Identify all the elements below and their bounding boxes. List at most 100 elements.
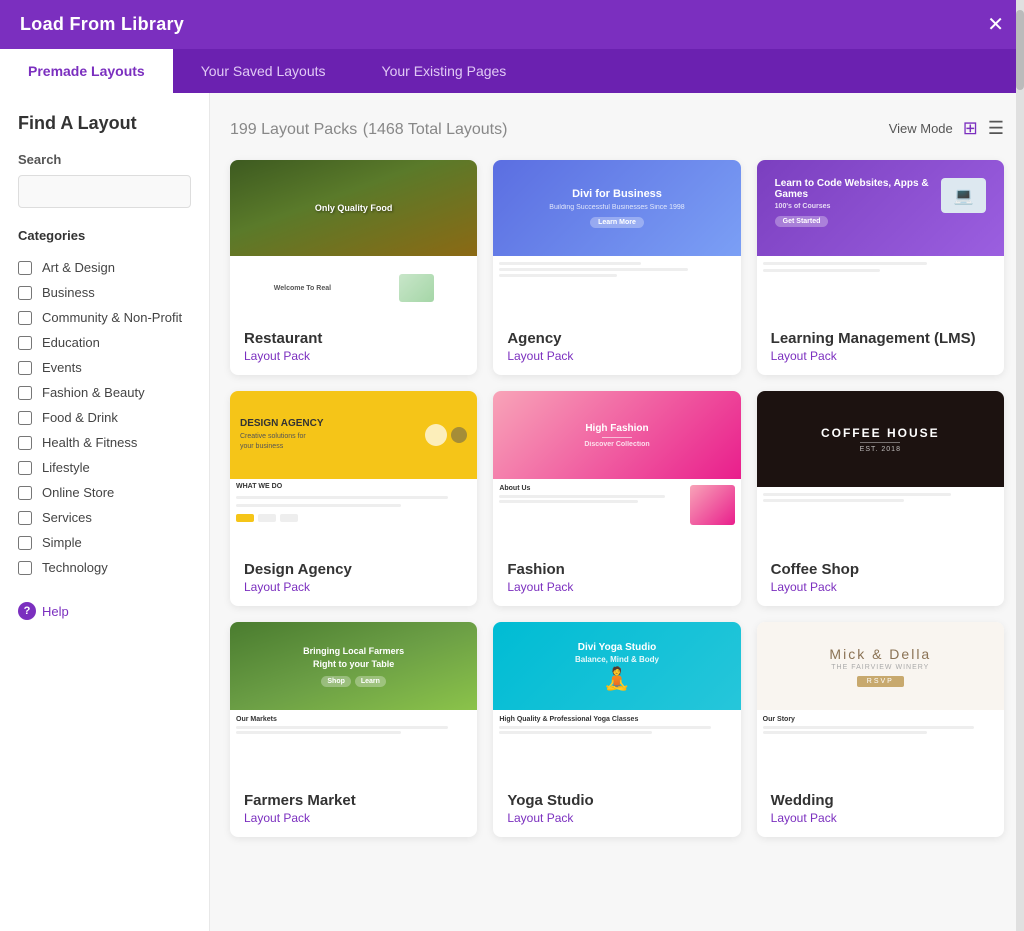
main-header: 199 Layout Packs (1468 Total Layouts) Vi… [230, 117, 1004, 140]
category-item-simple[interactable]: Simple [18, 530, 191, 555]
card-name-agency: Agency [507, 330, 726, 347]
help-icon: ? [18, 602, 36, 620]
category-checkbox-business[interactable] [18, 286, 32, 300]
category-item-lifestyle[interactable]: Lifestyle [18, 455, 191, 480]
card-type-restaurant: Layout Pack [244, 349, 463, 363]
card-info-farmers-market: Farmers Market Layout Pack [230, 782, 477, 837]
card-info-wedding: Wedding Layout Pack [757, 782, 1004, 837]
card-type-lms: Layout Pack [771, 349, 990, 363]
category-checkbox-online-store[interactable] [18, 486, 32, 500]
category-item-services[interactable]: Services [18, 505, 191, 530]
grid-view-icon[interactable]: ⊞ [963, 118, 978, 139]
category-item-events[interactable]: Events [18, 355, 191, 380]
card-info-coffee-shop: Coffee Shop Layout Pack [757, 551, 1004, 606]
category-checkbox-health-fitness[interactable] [18, 436, 32, 450]
category-label-lifestyle: Lifestyle [42, 460, 90, 475]
layout-card-design-agency[interactable]: DESIGN AGENCY Creative solutions foryour… [230, 391, 477, 606]
category-item-business[interactable]: Business [18, 280, 191, 305]
card-info-lms: Learning Management (LMS) Layout Pack [757, 320, 1004, 375]
search-input[interactable] [18, 175, 191, 208]
card-type-design-agency: Layout Pack [244, 580, 463, 594]
layout-card-yoga-studio[interactable]: Divi Yoga Studio Balance, Mind & Body 🧘 … [493, 622, 740, 837]
card-name-lms: Learning Management (LMS) [771, 330, 990, 347]
card-info-restaurant: Restaurant Layout Pack [230, 320, 477, 375]
category-label-fashion-beauty: Fashion & Beauty [42, 385, 145, 400]
card-name-farmers-market: Farmers Market [244, 792, 463, 809]
search-label: Search [18, 152, 191, 167]
categories-title: Categories [18, 228, 191, 243]
card-preview-design-agency: DESIGN AGENCY Creative solutions foryour… [230, 391, 477, 551]
category-label-food-drink: Food & Drink [42, 410, 118, 425]
layout-count: 199 Layout Packs (1468 Total Layouts) [230, 117, 507, 140]
tab-saved[interactable]: Your Saved Layouts [173, 49, 354, 93]
category-label-community: Community & Non-Profit [42, 310, 182, 325]
card-name-restaurant: Restaurant [244, 330, 463, 347]
card-preview-agency: Divi for Business Building Successful Bu… [493, 160, 740, 320]
tab-existing[interactable]: Your Existing Pages [354, 49, 535, 93]
card-preview-fashion: High Fashion Discover Collection About U… [493, 391, 740, 551]
category-label-business: Business [42, 285, 95, 300]
category-label-online-store: Online Store [42, 485, 114, 500]
view-mode: View Mode ⊞ ☰ [889, 118, 1004, 139]
category-checkbox-technology[interactable] [18, 561, 32, 575]
layout-card-wedding[interactable]: Mick & Della THE FAIRVIEW WINERY RSVP Ou… [757, 622, 1004, 837]
card-name-coffee-shop: Coffee Shop [771, 561, 990, 578]
layout-card-restaurant[interactable]: Only Quality Food Welcome To Real Restau… [230, 160, 477, 375]
category-checkbox-lifestyle[interactable] [18, 461, 32, 475]
card-type-wedding: Layout Pack [771, 811, 990, 825]
card-preview-wedding: Mick & Della THE FAIRVIEW WINERY RSVP Ou… [757, 622, 1004, 782]
category-label-events: Events [42, 360, 82, 375]
card-type-yoga-studio: Layout Pack [507, 811, 726, 825]
card-preview-coffee-shop: COFFEE HOUSE EST. 2018 [757, 391, 1004, 551]
category-item-health-fitness[interactable]: Health & Fitness [18, 430, 191, 455]
category-label-art-design: Art & Design [42, 260, 115, 275]
modal-header: Load From Library ✕ [0, 0, 1024, 49]
category-checkbox-simple[interactable] [18, 536, 32, 550]
sidebar-title: Find A Layout [18, 113, 191, 134]
list-view-icon[interactable]: ☰ [988, 118, 1004, 139]
layouts-grid: Only Quality Food Welcome To Real Restau… [230, 160, 1004, 837]
category-checkbox-services[interactable] [18, 511, 32, 525]
layout-card-coffee-shop[interactable]: COFFEE HOUSE EST. 2018 [757, 391, 1004, 606]
category-label-services: Services [42, 510, 92, 525]
layout-card-fashion[interactable]: High Fashion Discover Collection About U… [493, 391, 740, 606]
category-checkbox-food-drink[interactable] [18, 411, 32, 425]
category-item-online-store[interactable]: Online Store [18, 480, 191, 505]
card-preview-restaurant: Only Quality Food Welcome To Real [230, 160, 477, 320]
scrollbar-track[interactable] [1016, 93, 1024, 931]
help-label: Help [42, 604, 69, 619]
category-item-education[interactable]: Education [18, 330, 191, 355]
category-checkbox-fashion-beauty[interactable] [18, 386, 32, 400]
card-type-fashion: Layout Pack [507, 580, 726, 594]
tab-premade[interactable]: Premade Layouts [0, 49, 173, 93]
main-content: 199 Layout Packs (1468 Total Layouts) Vi… [210, 93, 1024, 931]
category-checkbox-art-design[interactable] [18, 261, 32, 275]
card-type-farmers-market: Layout Pack [244, 811, 463, 825]
category-checkbox-events[interactable] [18, 361, 32, 375]
card-name-wedding: Wedding [771, 792, 990, 809]
category-item-art-design[interactable]: Art & Design [18, 255, 191, 280]
category-item-fashion-beauty[interactable]: Fashion & Beauty [18, 380, 191, 405]
category-label-education: Education [42, 335, 100, 350]
category-label-health-fitness: Health & Fitness [42, 435, 137, 450]
category-item-community[interactable]: Community & Non-Profit [18, 305, 191, 330]
sidebar: Find A Layout Search Categories Art & De… [0, 93, 210, 931]
layout-card-lms[interactable]: Learn to Code Websites, Apps & Games 100… [757, 160, 1004, 375]
card-type-coffee-shop: Layout Pack [771, 580, 990, 594]
card-info-fashion: Fashion Layout Pack [493, 551, 740, 606]
layout-card-agency[interactable]: Divi for Business Building Successful Bu… [493, 160, 740, 375]
card-name-fashion: Fashion [507, 561, 726, 578]
category-item-food-drink[interactable]: Food & Drink [18, 405, 191, 430]
modal-title: Load From Library [20, 14, 184, 35]
card-info-design-agency: Design Agency Layout Pack [230, 551, 477, 606]
category-checkbox-education[interactable] [18, 336, 32, 350]
category-checkbox-community[interactable] [18, 311, 32, 325]
view-mode-label: View Mode [889, 121, 953, 136]
card-name-yoga-studio: Yoga Studio [507, 792, 726, 809]
help-link[interactable]: ? Help [18, 602, 191, 620]
layout-card-farmers-market[interactable]: Bringing Local FarmersRight to your Tabl… [230, 622, 477, 837]
close-button[interactable]: ✕ [987, 15, 1004, 35]
category-item-technology[interactable]: Technology [18, 555, 191, 580]
card-type-agency: Layout Pack [507, 349, 726, 363]
card-preview-yoga-studio: Divi Yoga Studio Balance, Mind & Body 🧘 … [493, 622, 740, 782]
